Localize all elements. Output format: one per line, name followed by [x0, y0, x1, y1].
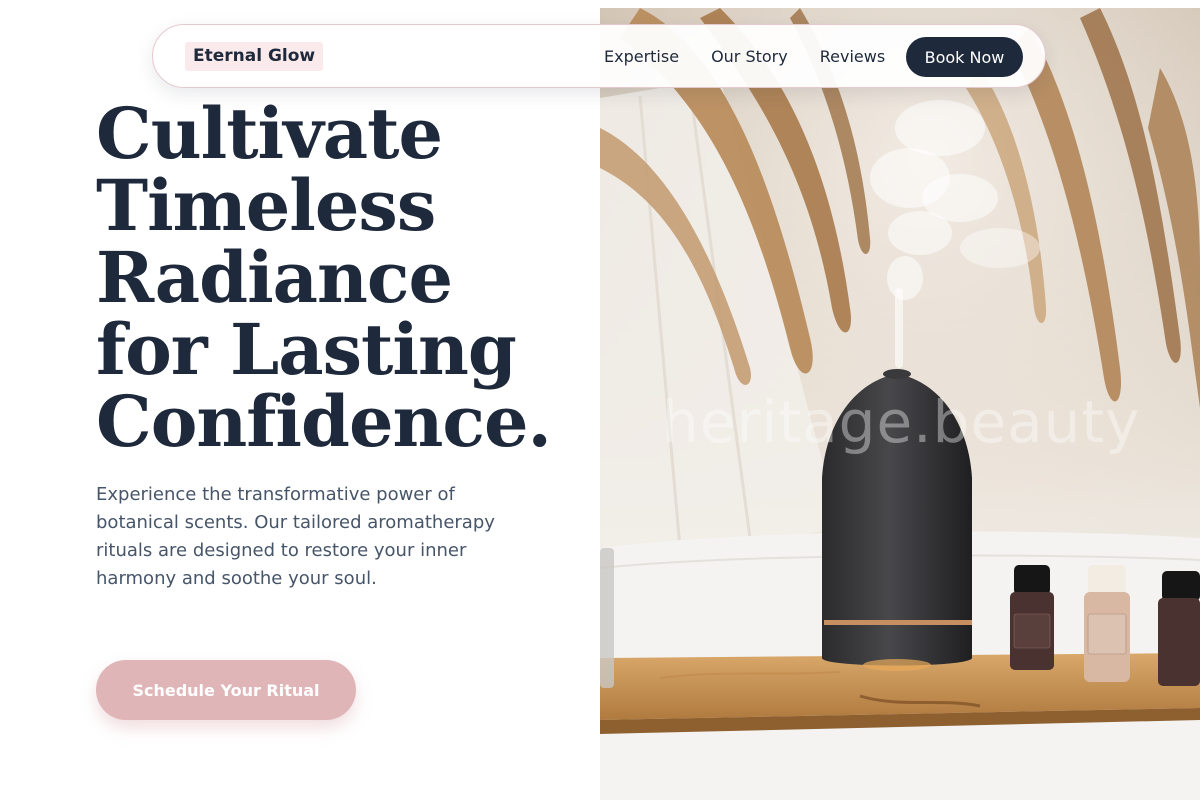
top-navigation-bar: Eternal Glow Expertise Our Story Reviews… — [152, 24, 1046, 88]
nav-link-our-story[interactable]: Our Story — [711, 47, 788, 66]
main-nav: Expertise Our Story Reviews — [604, 25, 917, 87]
hero-description: Experience the transformative power of b… — [96, 484, 495, 589]
headline-line: Radiance — [96, 236, 453, 319]
essential-oil-bottle-icon — [1158, 571, 1200, 686]
schedule-ritual-button[interactable]: Schedule Your Ritual — [96, 660, 356, 720]
headline-line: Cultivate — [96, 92, 443, 175]
headline-line: Timeless — [96, 164, 436, 247]
brand-logo[interactable]: Eternal Glow — [185, 42, 324, 71]
hero-headline: Cultivate Timeless Radiance for Lasting … — [96, 92, 552, 463]
headline-line: for Lasting — [96, 308, 517, 391]
book-now-button[interactable]: Book Now — [906, 37, 1023, 77]
nav-link-expertise[interactable]: Expertise — [604, 47, 679, 66]
nav-link-reviews[interactable]: Reviews — [820, 47, 885, 66]
essential-oil-bottle-icon — [1084, 565, 1130, 682]
image-watermark: heritage.beauty — [662, 388, 1141, 456]
hero-image: heritage.beauty — [600, 8, 1200, 800]
headline-line: Confidence. — [96, 380, 552, 463]
essential-oil-bottle-icon — [1010, 565, 1054, 670]
